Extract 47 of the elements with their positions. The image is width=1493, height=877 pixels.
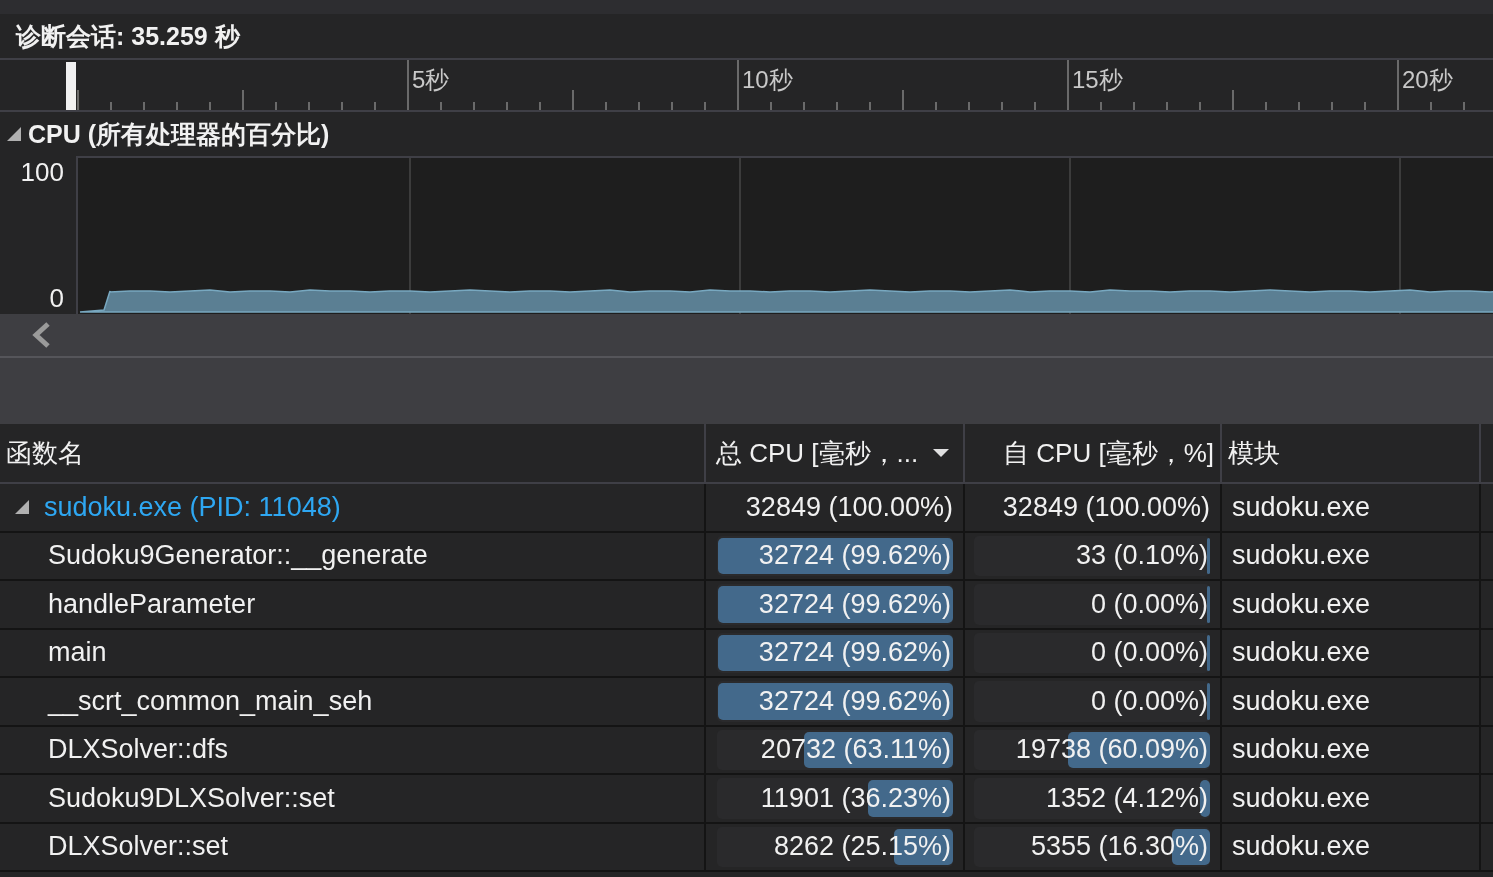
- self-cpu-value: 0 (0.00%): [1089, 637, 1209, 669]
- self-cpu-value: 0 (0.00%): [1089, 588, 1209, 620]
- total-cpu-value: 8262 (25.15%): [772, 831, 952, 863]
- column-header[interactable]: 总 CPU [毫秒，...: [706, 424, 965, 482]
- self-cpu-value: 1352 (4.12%): [1044, 782, 1209, 814]
- self-cpu-value: 5355 (16.30%): [1029, 831, 1209, 863]
- process-name[interactable]: sudoku.exe (PID: 11048): [44, 491, 341, 523]
- total-cpu-value: 32724 (99.62%): [757, 588, 952, 620]
- module-name: sudoku.exe: [1232, 831, 1371, 863]
- function-name[interactable]: Sudoku9Generator::__generate: [48, 540, 428, 572]
- total-cpu-value: 32724 (99.62%): [757, 637, 952, 669]
- module-name: sudoku.exe: [1232, 782, 1371, 814]
- module-name: sudoku.exe: [1232, 491, 1371, 523]
- module-name: sudoku.exe: [1232, 588, 1371, 620]
- axis-label: 0: [49, 282, 64, 314]
- time-label: 10秒: [742, 65, 793, 95]
- playhead-handle[interactable]: [66, 62, 76, 110]
- self-cpu-value: 32849 (100.00%): [1002, 491, 1210, 523]
- self-cpu-value: 19738 (60.09%): [1014, 734, 1209, 766]
- self-cpu-value: 0 (0.00%): [1089, 685, 1209, 717]
- module-name: sudoku.exe: [1232, 734, 1371, 766]
- module-name: sudoku.exe: [1232, 685, 1371, 717]
- total-cpu-value: 32849 (100.00%): [745, 491, 953, 523]
- total-cpu-value: 11901 (36.23%): [759, 782, 952, 814]
- column-header[interactable]: 自 CPU [毫秒，%]: [965, 424, 1222, 482]
- total-cpu-value: 32724 (99.62%): [757, 685, 952, 717]
- collapse-icon[interactable]: [6, 126, 22, 142]
- collapse-icon[interactable]: [14, 499, 30, 516]
- graph-title: CPU (所有处理器的百分比): [28, 118, 330, 150]
- time-label: 5秒: [412, 65, 450, 95]
- function-name[interactable]: Sudoku9DLXSolver::set: [48, 782, 335, 814]
- time-label: 20秒: [1402, 65, 1453, 95]
- self-cpu-value: 33 (0.10%): [1074, 540, 1209, 572]
- column-header[interactable]: 函数名: [0, 424, 706, 482]
- axis-label: 100: [20, 156, 64, 188]
- module-name: sudoku.exe: [1232, 637, 1371, 669]
- column-header[interactable]: 模块: [1222, 424, 1481, 482]
- total-cpu-value: 20732 (63.11%): [759, 734, 952, 766]
- module-name: sudoku.exe: [1232, 540, 1371, 572]
- function-name[interactable]: handleParameter: [48, 588, 256, 620]
- total-cpu-value: 32724 (99.62%): [757, 540, 952, 572]
- function-name[interactable]: __scrt_common_main_seh: [48, 685, 373, 717]
- function-name[interactable]: DLXSolver::set: [48, 831, 229, 863]
- time-label: 15秒: [1072, 65, 1123, 95]
- session-title: 诊断会话: 35.259 秒: [16, 20, 240, 52]
- function-name[interactable]: main: [48, 637, 107, 669]
- function-name[interactable]: DLXSolver::dfs: [48, 734, 229, 766]
